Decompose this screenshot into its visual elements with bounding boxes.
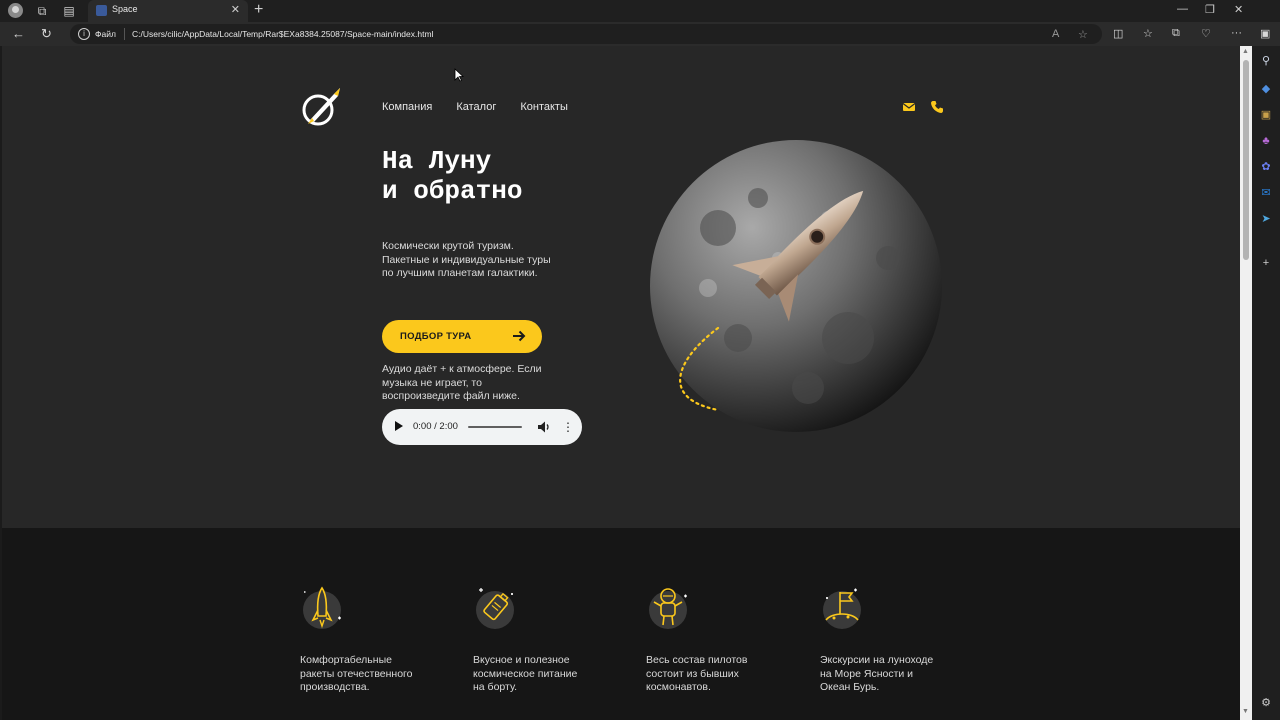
file-scheme-label: Файл [95, 29, 116, 39]
games-icon[interactable]: ♣ [1259, 134, 1273, 148]
page-viewport: Компания Каталог Контакты На Луну и обра… [2, 46, 1240, 720]
hero-section [2, 46, 1240, 528]
back-icon[interactable]: ← [12, 26, 25, 42]
site-info-icon[interactable]: i [78, 28, 90, 40]
arrow-right-icon [513, 330, 526, 342]
refresh-icon[interactable]: ↻ [41, 26, 52, 42]
browser-titlebar: ⧉ ▤ Space ✕ + — ❐ ✕ [0, 0, 1280, 22]
tab-title: Space [112, 4, 138, 14]
close-window-icon[interactable]: ✕ [1234, 3, 1243, 16]
profile-avatar-icon[interactable] [8, 3, 23, 18]
volume-icon[interactable] [537, 420, 551, 434]
page-scrollbar[interactable]: ▲ ▼ [1240, 46, 1252, 720]
address-separator [124, 28, 125, 40]
moon-rocket-illustration [650, 140, 942, 432]
phone-icon[interactable] [930, 100, 944, 114]
nav-item-catalog[interactable]: Каталог [456, 101, 496, 113]
sidebar-settings-gear-icon[interactable]: ⚙ [1259, 696, 1273, 710]
edge-sidebar: ⚲ ◆ ▣ ♣ ✿ ✉ ➤ + ⚙ [1252, 46, 1280, 720]
tab-favicon-icon [96, 5, 107, 16]
tab-actions-icon[interactable]: ▤ [61, 3, 77, 19]
feature-rockets: Комфортабельные ракеты отечественного пр… [300, 584, 413, 693]
copilot-icon[interactable]: ✿ [1259, 160, 1273, 174]
astronaut-icon [649, 588, 687, 629]
feature-pilots: Весь состав пилотов состоит из бывших ко… [646, 584, 747, 693]
rocket-icon [303, 586, 341, 629]
audio-time: 0:00 / 2:00 [413, 421, 458, 432]
mail-icon[interactable] [902, 100, 916, 114]
space-food-icon [476, 588, 514, 629]
hero-title: На Луну и обратно [382, 146, 523, 206]
address-bar[interactable]: i Файл C:/Users/cilic/AppData/Local/Temp… [70, 24, 1102, 44]
play-icon[interactable] [395, 421, 403, 431]
more-options-icon[interactable]: ⋮ [562, 420, 574, 434]
mouse-cursor-icon [454, 68, 464, 82]
feature-text: Экскурсии на луноходе на Море Ясности и … [820, 654, 934, 693]
favorite-star-icon[interactable]: ☆ [1078, 28, 1088, 41]
moon-flag-icon [823, 588, 861, 629]
logo-rocket-icon[interactable] [300, 86, 344, 128]
settings-more-icon[interactable]: ··· [1231, 27, 1242, 39]
audio-player[interactable]: 0:00 / 2:00 ⋮ [382, 409, 582, 445]
workspaces-icon[interactable]: ⧉ [34, 3, 50, 19]
url-text[interactable]: C:/Users/cilic/AppData/Local/Temp/Rar$EX… [132, 29, 433, 39]
outlook-icon[interactable]: ✉ [1259, 186, 1273, 200]
tour-selection-label: ПОДБОР ТУРА [400, 331, 472, 342]
audio-progress-track[interactable] [468, 426, 522, 428]
telegram-icon[interactable]: ➤ [1259, 212, 1273, 226]
tab-close-icon[interactable]: ✕ [231, 3, 240, 16]
shopping-tag-icon[interactable]: ◆ [1259, 82, 1273, 96]
feature-food: Вкусное и полезное космическое питание н… [473, 584, 577, 693]
hero-description: Космически крутой туризм. Пакетные и инд… [382, 240, 551, 279]
new-tab-button[interactable]: + [254, 1, 263, 19]
browser-essentials-icon[interactable]: ♡ [1201, 27, 1211, 40]
minimize-icon[interactable]: — [1177, 3, 1188, 15]
restore-icon[interactable]: ❐ [1205, 3, 1215, 16]
collections-icon[interactable]: ⧉ [1172, 27, 1180, 40]
feature-text: Весь состав пилотов состоит из бывших ко… [646, 654, 748, 693]
audio-note: Аудио даёт + к атмосфере. Если музыка не… [382, 363, 542, 402]
sidebar-toggle-icon[interactable]: ▣ [1260, 27, 1270, 40]
scroll-thumb[interactable] [1243, 60, 1249, 260]
tab-space[interactable]: Space ✕ [88, 0, 248, 22]
feature-excursions: Экскурсии на луноходе на Море Ясности и … [820, 584, 933, 693]
split-screen-icon[interactable]: ◫ [1113, 27, 1123, 40]
read-aloud-icon[interactable]: A [1052, 28, 1059, 40]
tools-briefcase-icon[interactable]: ▣ [1259, 108, 1273, 122]
scroll-down-icon[interactable]: ▼ [1242, 708, 1249, 715]
main-nav: Компания Каталог Контакты [382, 101, 568, 113]
add-sidebar-app-icon[interactable]: + [1259, 256, 1273, 270]
nav-item-company[interactable]: Компания [382, 101, 432, 113]
tour-selection-button[interactable]: ПОДБОР ТУРА [382, 320, 542, 353]
nav-item-contacts[interactable]: Контакты [520, 101, 568, 113]
favorites-icon[interactable]: ☆ [1143, 27, 1153, 40]
feature-text: Комфортабельные ракеты отечественного пр… [300, 654, 413, 693]
address-bar-row: ← ↻ i Файл C:/Users/cilic/AppData/Local/… [0, 22, 1280, 46]
scroll-up-icon[interactable]: ▲ [1242, 48, 1249, 55]
feature-text: Вкусное и полезное космическое питание н… [473, 654, 578, 693]
search-icon[interactable]: ⚲ [1259, 54, 1273, 68]
